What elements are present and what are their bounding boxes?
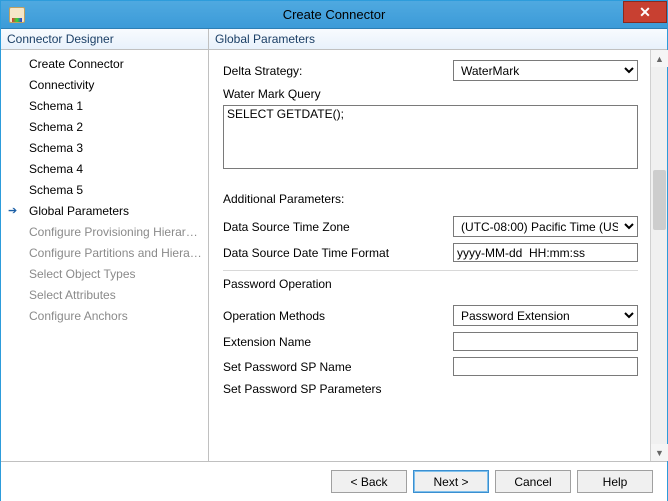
title-bar: Create Connector ✕ [1,1,667,29]
watermark-query-label: Water Mark Query [223,87,321,101]
nav-label: Schema 2 [29,120,83,134]
nav-label: Connectivity [29,78,94,92]
nav-label: Global Parameters [29,204,129,218]
scrollbar-thumb[interactable] [653,170,666,230]
close-icon: ✕ [639,4,651,21]
extension-name-input[interactable] [453,332,638,351]
nav-label: Schema 1 [29,99,83,113]
nav-global-parameters[interactable]: ➔ Global Parameters [1,201,208,222]
nav-schema-1[interactable]: Schema 1 [1,96,208,117]
extension-name-label: Extension Name [223,335,453,349]
scroll-down-icon[interactable]: ▼ [651,444,668,461]
main-header: Global Parameters [209,29,667,50]
nav-connectivity[interactable]: Connectivity [1,75,208,96]
nav-configure-anchors: Configure Anchors [1,306,208,327]
nav-create-connector[interactable]: Create Connector [1,54,208,75]
arrow-right-icon: ➔ [8,203,17,220]
password-operation-label: Password Operation [223,277,638,291]
nav-label: Schema 5 [29,183,83,197]
set-password-sp-parameters-label: Set Password SP Parameters [223,382,453,396]
nav-configure-provisioning-hierarchy: Configure Provisioning Hierarchy [1,222,208,243]
sidebar-header: Connector Designer [1,29,208,50]
additional-parameters-label: Additional Parameters: [223,192,638,206]
nav-select-attributes: Select Attributes [1,285,208,306]
divider [223,270,638,271]
timezone-select[interactable]: (UTC-08:00) Pacific Time (US & C [453,216,638,237]
nav-configure-partitions: Configure Partitions and Hierarchies [1,243,208,264]
back-button[interactable]: < Back [331,470,407,493]
set-password-sp-name-label: Set Password SP Name [223,360,453,374]
nav-label: Configure Provisioning Hierarchy [29,225,204,239]
wizard-footer: < Back Next > Cancel Help [1,461,667,501]
datetime-format-label: Data Source Date Time Format [223,246,453,260]
operation-methods-select[interactable]: Password Extension [453,305,638,326]
nav-label: Schema 4 [29,162,83,176]
nav-label: Schema 3 [29,141,83,155]
cancel-button[interactable]: Cancel [495,470,571,493]
close-button[interactable]: ✕ [623,1,667,23]
nav-label: Configure Partitions and Hierarchies [29,246,208,260]
nav-label: Select Attributes [29,288,116,302]
scroll-up-icon[interactable]: ▲ [651,50,668,67]
nav-label: Select Object Types [29,267,136,281]
watermark-query-textarea[interactable] [223,105,638,169]
nav-schema-3[interactable]: Schema 3 [1,138,208,159]
help-button[interactable]: Help [577,470,653,493]
nav-label: Create Connector [29,57,124,71]
nav-select-object-types: Select Object Types [1,264,208,285]
delta-strategy-label: Delta Strategy: [223,64,453,78]
delta-strategy-select[interactable]: WaterMark [453,60,638,81]
nav-schema-2[interactable]: Schema 2 [1,117,208,138]
vertical-scrollbar[interactable]: ▲ ▼ [650,50,667,461]
nav-schema-5[interactable]: Schema 5 [1,180,208,201]
window-title: Create Connector [1,7,667,22]
set-password-sp-name-input[interactable] [453,357,638,376]
main-panel: Global Parameters Delta Strategy: WaterM… [209,29,667,461]
sidebar-list: Create Connector Connectivity Schema 1 S… [1,50,208,461]
next-button[interactable]: Next > [413,470,489,493]
operation-methods-label: Operation Methods [223,309,453,323]
sidebar: Connector Designer Create Connector Conn… [1,29,209,461]
datetime-format-input[interactable] [453,243,638,262]
nav-schema-4[interactable]: Schema 4 [1,159,208,180]
form-area: Delta Strategy: WaterMark Water Mark Que… [209,50,650,461]
timezone-label: Data Source Time Zone [223,220,453,234]
nav-label: Configure Anchors [29,309,128,323]
